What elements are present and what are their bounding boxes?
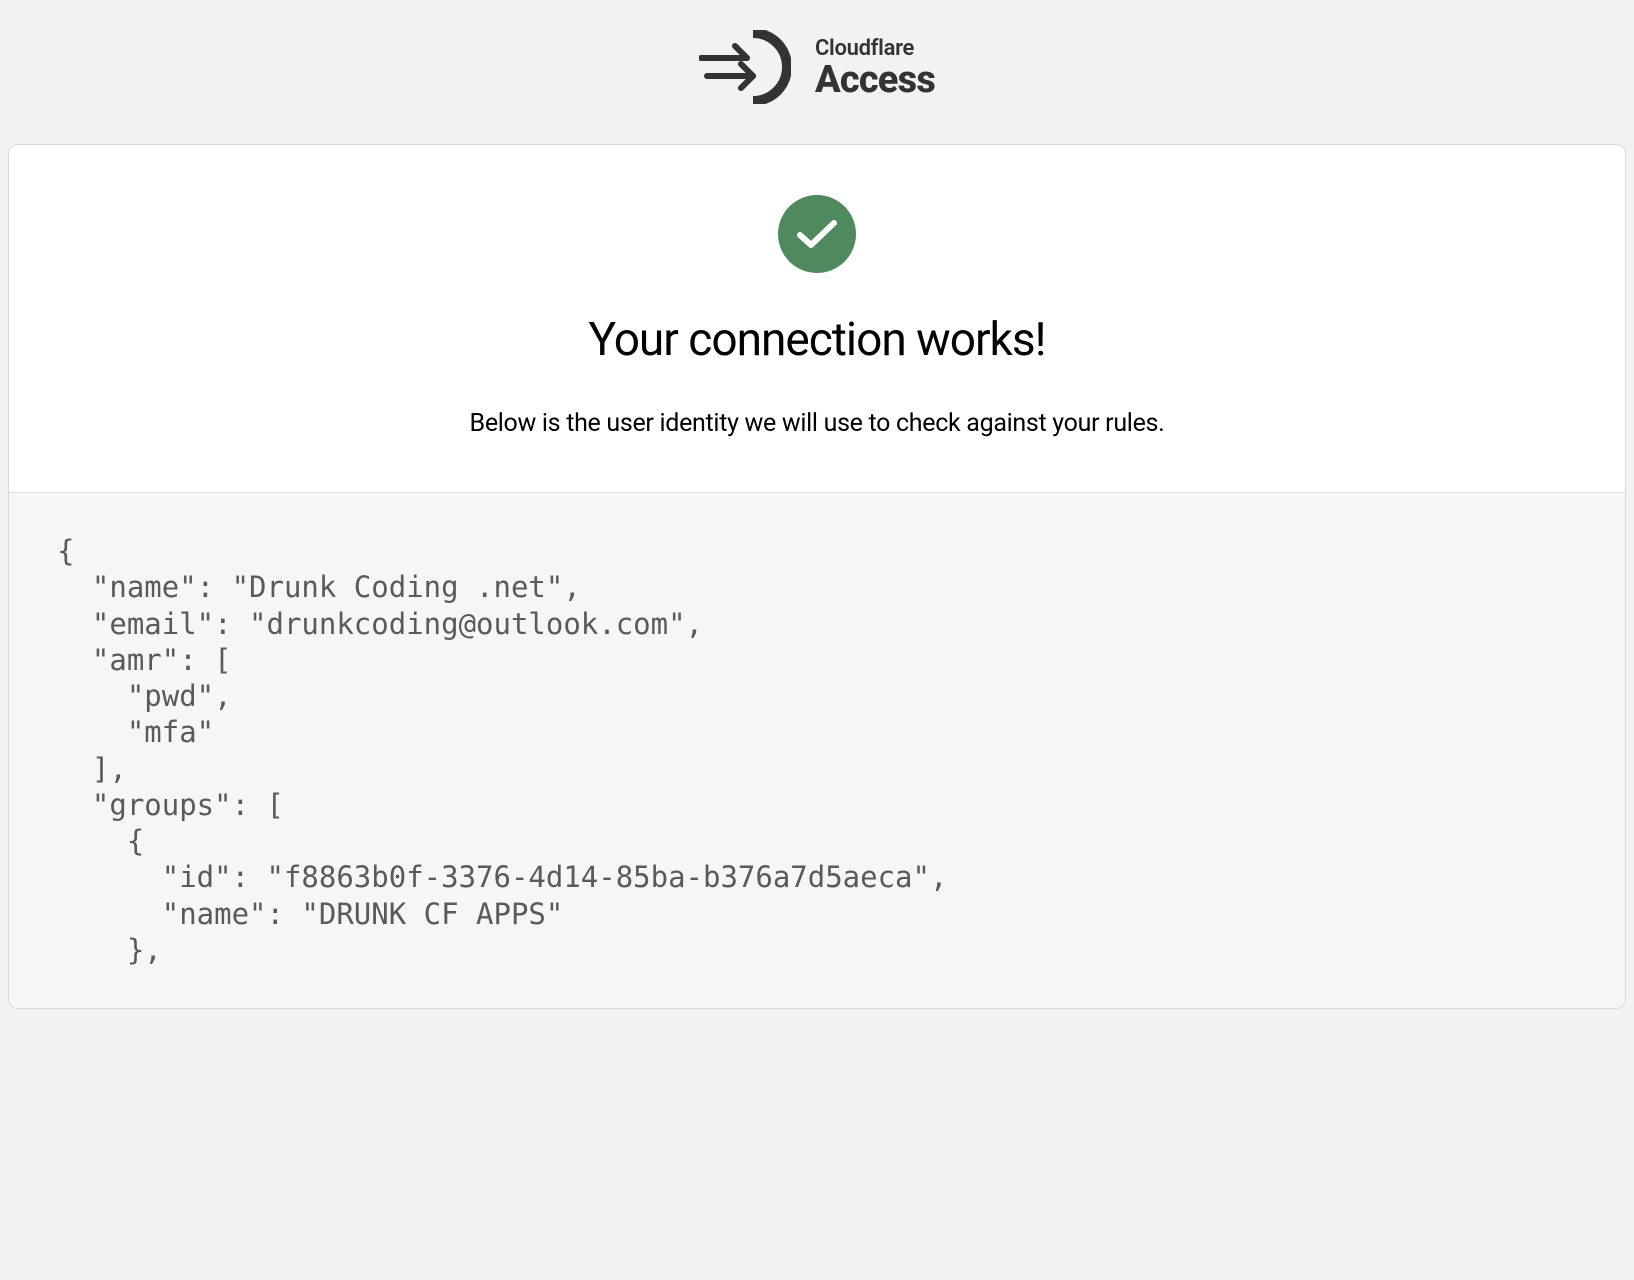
header: Cloudflare Access [0, 0, 1634, 144]
brand-line1: Cloudflare [815, 36, 935, 61]
brand-line2: Access [815, 61, 935, 99]
page-subtitle: Below is the user identity we will use t… [49, 409, 1585, 438]
page-title: Your connection works! [49, 313, 1585, 367]
status-card: Your connection works! Below is the user… [8, 144, 1626, 1009]
success-check-icon [778, 195, 856, 273]
cloudflare-access-logo-icon [699, 30, 791, 104]
identity-json-block: { "name": "Drunk Coding .net", "email": … [9, 492, 1625, 1008]
card-header: Your connection works! Below is the user… [9, 145, 1625, 492]
brand-text: Cloudflare Access [815, 36, 935, 99]
